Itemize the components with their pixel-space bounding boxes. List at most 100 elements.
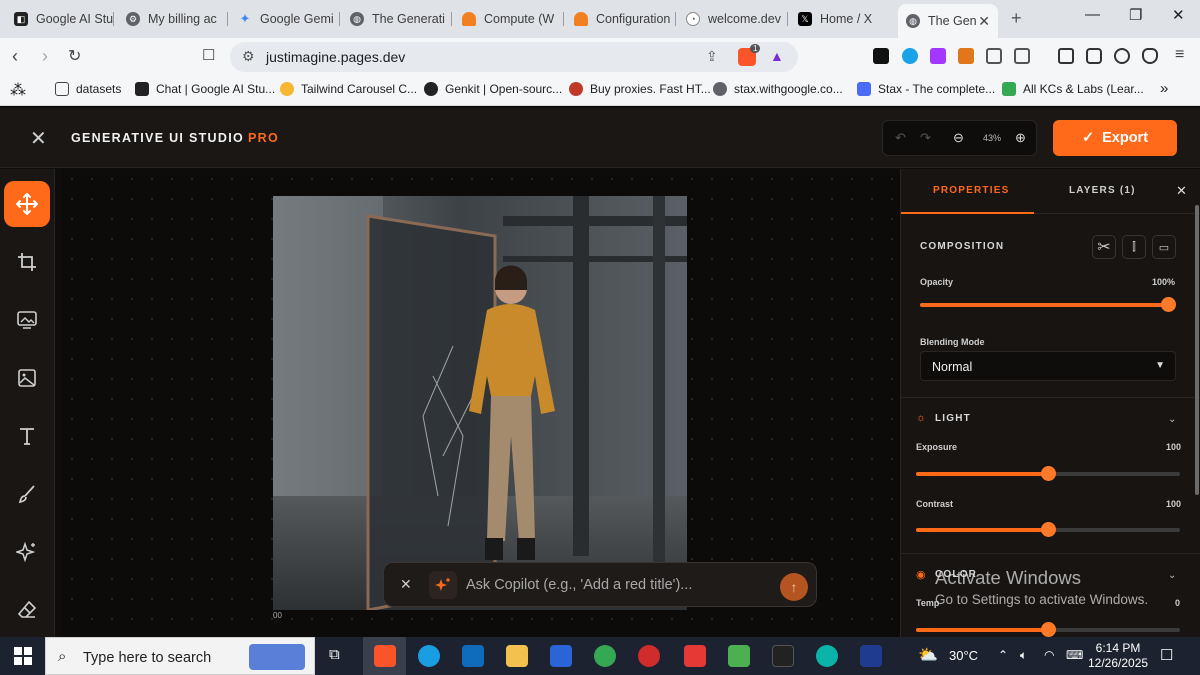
send-arrow-icon[interactable]: ↑: [780, 573, 808, 601]
close-window-button[interactable]: ✕: [1172, 6, 1185, 24]
undo-icon[interactable]: ↶: [895, 130, 906, 146]
brave-browser-icon[interactable]: [374, 645, 396, 667]
bookmark-item[interactable]: Genkit | Open-sourc...: [424, 82, 562, 96]
image-tool[interactable]: [4, 355, 50, 401]
notification-icon[interactable]: ☐: [1160, 646, 1173, 664]
bookmark-item[interactable]: stax.withgoogle.co...: [713, 82, 843, 96]
tab-properties[interactable]: PROPERTIES: [933, 185, 1009, 196]
browser-tab[interactable]: Configuration: [566, 4, 676, 34]
export-button[interactable]: ✓ Export: [1053, 120, 1177, 156]
browser-tab[interactable]: Compute (W: [454, 4, 564, 34]
close-panel-icon[interactable]: ✕: [1176, 183, 1187, 199]
temp-slider-thumb[interactable]: [1041, 622, 1056, 637]
browser-tab[interactable]: ◔ welcome.dev: [678, 4, 788, 34]
magic-tool[interactable]: [4, 529, 50, 575]
outlook-icon[interactable]: [462, 645, 484, 667]
close-tab-icon[interactable]: ✕: [978, 13, 990, 30]
zoom-out-icon[interactable]: ⊖: [953, 130, 964, 146]
share-icon[interactable]: ⇪: [706, 48, 718, 65]
taskbar-search[interactable]: ⌕ Type here to search: [45, 637, 315, 675]
close-studio-icon[interactable]: ✕: [30, 126, 47, 151]
copilot-input[interactable]: Ask Copilot (e.g., 'Add a red title')...: [466, 577, 692, 593]
extension-blue-icon[interactable]: [902, 48, 918, 64]
bookmark-item[interactable]: Stax - The complete...: [857, 82, 995, 96]
new-tab-button[interactable]: +: [1011, 8, 1022, 29]
tray-chevron-icon[interactable]: ⌃: [998, 648, 1008, 662]
tab-layers[interactable]: LAYERS (1): [1069, 185, 1136, 196]
restore-button[interactable]: ❐: [1129, 6, 1142, 24]
tab-search-icon[interactable]: [1014, 48, 1030, 64]
menu-icon[interactable]: ≡: [1175, 46, 1184, 64]
browser-tab[interactable]: ◍ The Generati: [342, 4, 452, 34]
contrast-slider-thumb[interactable]: [1041, 522, 1056, 537]
volume-icon[interactable]: 🔈︎: [1020, 648, 1027, 663]
bookmark-item[interactable]: Tailwind Carousel C...: [280, 82, 417, 96]
redo-icon[interactable]: ↷: [920, 130, 931, 146]
extension-purple-icon[interactable]: [930, 48, 946, 64]
contrast-slider[interactable]: [916, 522, 1180, 537]
panel-scrollbar[interactable]: [1195, 205, 1199, 495]
windows-start-icon[interactable]: [14, 647, 32, 665]
more-bookmarks-button[interactable]: »: [1160, 80, 1168, 97]
edge-icon[interactable]: [418, 645, 440, 667]
wifi-icon[interactable]: ◠: [1044, 648, 1054, 662]
site-info-icon[interactable]: ⚙: [242, 48, 255, 65]
crop-tool[interactable]: [4, 239, 50, 285]
move-tool[interactable]: [4, 181, 50, 227]
leo-ai-icon[interactable]: [1114, 48, 1130, 64]
bookmark-item[interactable]: Chat | Google AI Stu...: [135, 82, 275, 96]
minimize-button[interactable]: —: [1085, 6, 1100, 23]
cut-icon[interactable]: ✂: [1092, 235, 1116, 259]
eraser-tool[interactable]: [4, 587, 50, 633]
cursor-app-icon[interactable]: [772, 645, 794, 667]
browser-tab[interactable]: ✦ Google Gemi: [230, 4, 340, 34]
opacity-slider[interactable]: [920, 297, 1176, 312]
opacity-slider-thumb[interactable]: [1161, 297, 1176, 312]
omnibox[interactable]: ⚙ justimagine.pages.dev ⇪ 1 ▲: [230, 42, 798, 72]
text-tool[interactable]: [4, 413, 50, 459]
weather-temp[interactable]: 30°C: [949, 648, 978, 663]
browser-tab[interactable]: 𝕏 Home / X: [790, 4, 900, 34]
wallet-icon[interactable]: [1086, 48, 1102, 64]
zoom-in-icon[interactable]: ⊕: [1015, 130, 1026, 146]
temp-slider[interactable]: [916, 622, 1180, 637]
browser-tab-active[interactable]: ◍ The Gen ✕: [898, 4, 998, 38]
light-section-title[interactable]: LIGHT: [935, 413, 971, 424]
bookmark-icon[interactable]: ☐: [202, 46, 215, 64]
system-clock[interactable]: 6:14 PM 12/26/2025: [1088, 641, 1148, 671]
canvas-image[interactable]: [273, 196, 687, 610]
extension-terminal-icon[interactable]: [873, 48, 889, 64]
blending-mode-select[interactable]: Normal ▼: [920, 351, 1176, 381]
weather-icon[interactable]: ⛅: [918, 645, 938, 665]
bookmark-item[interactable]: Buy proxies. Fast HT...: [569, 82, 711, 96]
browser-tab[interactable]: ◧ Google AI Stu: [6, 4, 114, 34]
bookmark-folder[interactable]: datasets: [55, 82, 121, 96]
flip-icon[interactable]: ⫿: [1122, 235, 1146, 259]
store-icon[interactable]: [550, 645, 572, 667]
brush-tool[interactable]: [4, 471, 50, 517]
exposure-slider[interactable]: [916, 466, 1180, 481]
app-red-icon[interactable]: [638, 645, 660, 667]
background-tool[interactable]: [4, 297, 50, 343]
chevron-down-icon[interactable]: ⌄: [1168, 570, 1176, 581]
store-bag-icon[interactable]: [728, 645, 750, 667]
bookmark-item[interactable]: All KCs & Labs (Lear...: [1002, 82, 1144, 96]
metamask-icon[interactable]: [958, 48, 974, 64]
browser-tab[interactable]: ⚙ My billing ac: [118, 4, 228, 34]
antigravity-icon[interactable]: [860, 645, 882, 667]
url-text[interactable]: justimagine.pages.dev: [266, 49, 405, 65]
vpn-shield-icon[interactable]: [1142, 48, 1158, 64]
exposure-slider-thumb[interactable]: [1041, 466, 1056, 481]
chevron-down-icon[interactable]: ⌄: [1168, 414, 1176, 425]
sidebar-icon[interactable]: [1058, 48, 1074, 64]
task-view-icon[interactable]: ⧉: [329, 646, 340, 663]
close-copilot-icon[interactable]: ✕: [400, 576, 412, 593]
back-button[interactable]: ‹: [12, 46, 18, 67]
chrome-icon[interactable]: [594, 645, 616, 667]
extensions-puzzle-icon[interactable]: [986, 48, 1002, 64]
file-explorer-icon[interactable]: [506, 645, 528, 667]
reload-button[interactable]: ↻: [68, 46, 81, 66]
language-icon[interactable]: ⌨: [1066, 648, 1083, 662]
forward-button[interactable]: ›: [42, 46, 48, 67]
frame-icon[interactable]: ▭: [1152, 235, 1176, 259]
